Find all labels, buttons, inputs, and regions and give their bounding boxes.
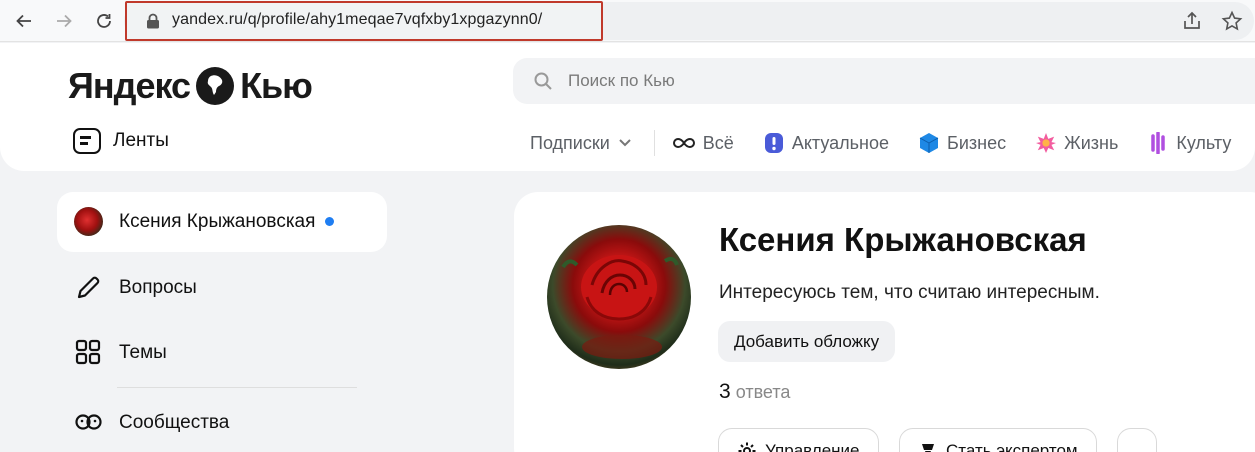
feeds-button[interactable]: Ленты xyxy=(73,128,169,154)
more-button[interactable]: ... xyxy=(1117,428,1158,452)
pencil-icon xyxy=(77,276,100,299)
profile-name: Ксения Крыжановская xyxy=(719,221,1087,258)
sidebar-item-label: Темы xyxy=(119,341,167,363)
sidebar-item-topics[interactable]: Темы xyxy=(74,338,167,367)
online-indicator xyxy=(325,217,335,226)
more-icon: ... xyxy=(1130,441,1145,452)
search-placeholder: Поиск по Кью xyxy=(568,71,675,90)
manage-label: Управление xyxy=(765,441,860,452)
tab-divider xyxy=(653,130,655,156)
answers-count[interactable]: 3 ответа xyxy=(719,380,790,404)
add-cover-button[interactable]: Добавить обложку xyxy=(718,321,896,362)
manage-button[interactable]: Управление xyxy=(718,428,879,452)
tab-label: Актуальное xyxy=(791,132,890,153)
become-expert-label: Стать экспертом xyxy=(946,441,1078,452)
logo-q-text: Кью xyxy=(240,65,313,106)
tab-label: Подписки xyxy=(530,132,610,153)
feeds-label: Ленты xyxy=(113,130,169,151)
bookmark-star-icon[interactable] xyxy=(1221,10,1243,32)
tab-actual[interactable]: Актуальное xyxy=(764,132,889,154)
tab-label: Всё xyxy=(702,132,734,153)
sidebar-item-label: Вопросы xyxy=(119,276,197,298)
become-expert-button[interactable]: Стать экспертом xyxy=(899,428,1097,452)
reload-icon xyxy=(97,14,111,28)
logo-globe-icon xyxy=(196,67,235,105)
tab-life[interactable]: Жизнь xyxy=(1036,132,1118,154)
sidebar-item-label: Сообщества xyxy=(119,411,230,433)
cube-icon xyxy=(919,133,939,153)
chevron-down-icon xyxy=(619,139,631,147)
browser-toolbar: yandex.ru/q/profile/ahy1meqae7vqfxby1xpg… xyxy=(0,0,1255,42)
answers-number: 3 xyxy=(719,380,731,403)
community-icon xyxy=(75,414,102,430)
share-icon[interactable] xyxy=(1181,10,1203,32)
expert-badge-icon xyxy=(922,444,934,452)
gear-icon xyxy=(738,442,756,452)
sidebar-item-questions[interactable]: Вопросы xyxy=(74,273,197,302)
tab-business[interactable]: Бизнес xyxy=(919,132,1006,154)
sidebar-item-communities[interactable]: Сообщества xyxy=(74,408,229,437)
avatar xyxy=(74,207,103,236)
feed-icon xyxy=(73,128,101,154)
back-button[interactable] xyxy=(11,8,37,34)
sidebar-profile-name: Ксения Крыжановская xyxy=(119,210,316,232)
site-header: Яндекс Кью Поиск по Кью Ленты Подписки В… xyxy=(0,43,1255,171)
rose-image xyxy=(561,255,679,359)
sidebar-divider xyxy=(117,387,357,388)
tab-label: Жизнь xyxy=(1064,132,1119,153)
sidebar-item-profile[interactable]: Ксения Крыжановская xyxy=(74,207,335,236)
search-input[interactable]: Поиск по Кью xyxy=(513,58,1255,104)
profile-bio: Интересуюсь тем, что считаю интересным. xyxy=(719,282,1100,303)
logo[interactable]: Яндекс Кью xyxy=(68,65,313,107)
forward-button[interactable] xyxy=(51,8,77,34)
logo-yandex-text: Яндекс xyxy=(68,65,191,106)
category-tabs: Подписки Всё Актуальное Бизнес Жизнь Кул… xyxy=(530,129,1255,157)
reload-button[interactable] xyxy=(91,8,117,34)
answers-label: ответа xyxy=(735,382,791,402)
lock-icon xyxy=(147,13,159,29)
wave-icon xyxy=(1151,132,1166,154)
tab-culture[interactable]: Культу xyxy=(1148,132,1231,154)
tab-all[interactable]: Всё xyxy=(672,132,734,154)
tab-label: Бизнес xyxy=(947,132,1007,153)
flame-icon xyxy=(764,133,783,153)
arrow-right-icon xyxy=(57,14,72,28)
tab-subscriptions[interactable]: Подписки xyxy=(530,133,632,154)
tab-label: Культу xyxy=(1176,132,1232,153)
grid-icon xyxy=(75,339,101,365)
url-text[interactable]: yandex.ru/q/profile/ahy1meqae7vqfxby1xpg… xyxy=(172,11,542,29)
sparkle-icon xyxy=(1036,133,1057,153)
profile-avatar[interactable] xyxy=(547,225,691,369)
arrow-left-icon xyxy=(16,14,31,28)
infinity-icon xyxy=(672,137,695,149)
search-icon xyxy=(534,72,552,90)
